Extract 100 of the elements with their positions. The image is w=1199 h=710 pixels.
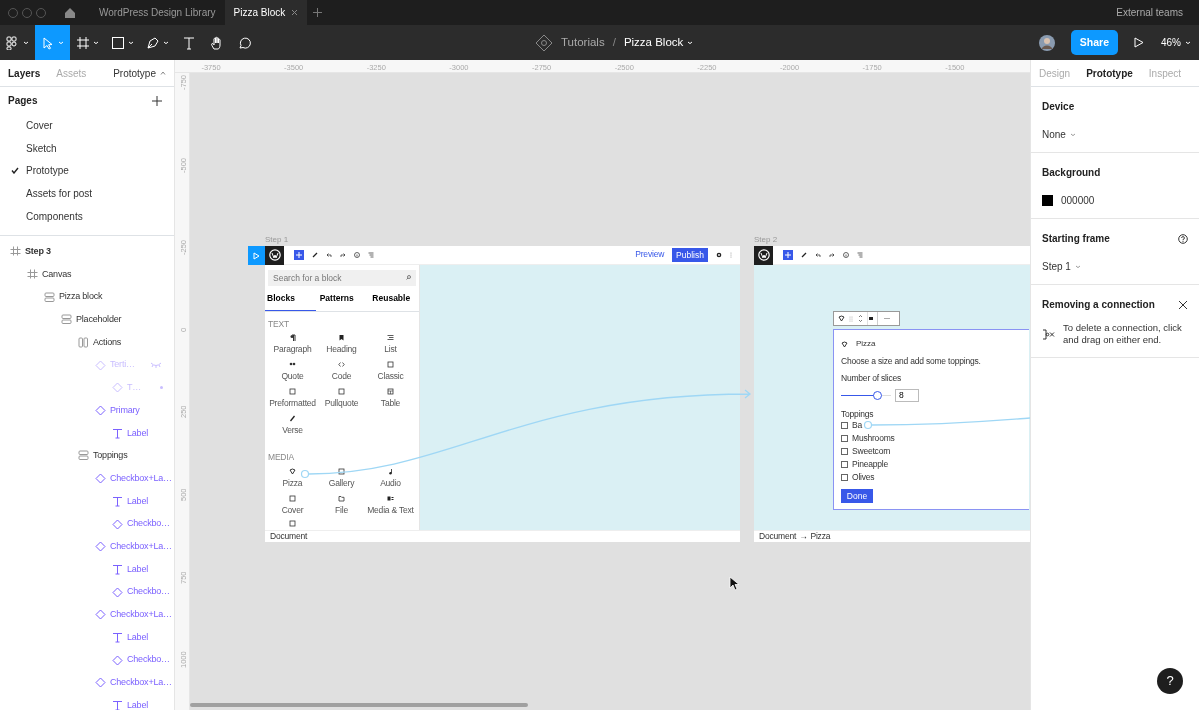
add-block-button[interactable]: [783, 250, 793, 260]
checkbox[interactable]: [841, 422, 848, 430]
layer-item[interactable]: Toppings: [0, 444, 174, 468]
play-icon[interactable]: [1134, 37, 1144, 48]
file-name-menu[interactable]: Pizza Block: [623, 33, 694, 52]
plus-icon[interactable]: [152, 95, 162, 106]
scrollbar[interactable]: [190, 703, 528, 707]
layer-item[interactable]: Actions: [0, 331, 174, 354]
page-item[interactable]: Assets for post: [0, 182, 174, 205]
pin-icon[interactable]: [837, 314, 846, 323]
block-item[interactable]: Gallery: [317, 464, 366, 492]
block-item[interactable]: Code: [317, 358, 366, 386]
zoom-menu[interactable]: 46%: [1161, 35, 1191, 50]
checkbox[interactable]: [841, 448, 848, 456]
page-item[interactable]: Prototype: [0, 159, 174, 183]
layer-item[interactable]: Label: [0, 694, 174, 710]
page-menu[interactable]: Prototype: [113, 65, 166, 81]
redo-icon[interactable]: [340, 252, 346, 258]
layer-item[interactable]: Label: [0, 558, 174, 581]
number-field[interactable]: 8: [895, 388, 919, 402]
close-icon[interactable]: [1178, 299, 1188, 310]
help-icon[interactable]: [1178, 233, 1188, 244]
color-value[interactable]: 000000: [1061, 193, 1095, 208]
search-icon[interactable]: [406, 275, 411, 280]
panel-tab[interactable]: Layers: [8, 65, 41, 81]
slider-thumb[interactable]: [872, 390, 882, 400]
tab[interactable]: Blocks: [265, 286, 316, 311]
undo-icon[interactable]: [815, 252, 821, 258]
dropdown[interactable]: None: [1042, 127, 1076, 142]
group-title: MEDIA: [268, 453, 295, 463]
block-item[interactable]: Verse: [268, 412, 317, 440]
breadcrumb-separator: →: [799, 531, 808, 542]
pencil-icon[interactable]: [312, 252, 318, 258]
layer-item[interactable]: Checkbox+La…: [0, 603, 174, 627]
layer-item[interactable]: Checkbo…: [0, 648, 174, 672]
layer-item[interactable]: Pizza block: [0, 285, 174, 309]
align-icon[interactable]: [867, 311, 873, 326]
layer-item[interactable]: Checkbox+La…: [0, 467, 174, 490]
plus-icon[interactable]: [313, 8, 323, 17]
preview-link[interactable]: Preview: [635, 250, 665, 260]
block-item[interactable]: Paragraph: [268, 331, 317, 359]
breadcrumb-link[interactable]: Document: [759, 531, 797, 542]
home-icon[interactable]: [64, 6, 76, 19]
tab[interactable]: Reusable: [368, 286, 419, 311]
done-button[interactable]: Done: [841, 489, 873, 504]
logo-button[interactable]: [754, 245, 773, 265]
breadcrumb-link[interactable]: Document: [270, 531, 308, 542]
block-item[interactable]: Table: [366, 385, 415, 413]
page-item[interactable]: Components: [0, 204, 174, 228]
undo-icon[interactable]: [326, 252, 332, 258]
file-tab[interactable]: Pizza Block: [224, 0, 308, 25]
layer-item[interactable]: Canvas: [0, 263, 174, 286]
layer-item[interactable]: Step 3: [0, 240, 174, 264]
block-item[interactable]: Classic: [366, 358, 415, 386]
block-item[interactable]: Pullquote: [317, 385, 366, 413]
info-icon[interactable]: [843, 252, 849, 258]
block-item[interactable]: File: [317, 491, 366, 519]
layer-item[interactable]: Label: [0, 626, 174, 649]
frame[interactable]: Pizza Choose a size and add some toppings. Number of slices 8 Toppings Ba Mushrooms Sweetcorn Pineapple Olives Done Document → Pizza: [754, 246, 1030, 542]
checkbox[interactable]: [841, 435, 848, 443]
layer-item[interactable]: Primary: [0, 399, 174, 422]
publish-button[interactable]: Publish: [672, 247, 708, 263]
page-item[interactable]: Sketch: [0, 136, 174, 160]
block-item[interactable]: Preformatted: [268, 385, 317, 413]
logo-button[interactable]: [265, 245, 284, 265]
layer-item[interactable]: Label: [0, 421, 174, 445]
panel-tab[interactable]: Prototype: [1086, 65, 1133, 81]
pencil-icon[interactable]: [801, 252, 807, 258]
breadcrumb-link[interactable]: Pizza: [810, 531, 831, 542]
layer-item[interactable]: Checkbox+La…: [0, 535, 174, 559]
block-item[interactable]: Quote: [268, 358, 317, 386]
block-item[interactable]: Pizza: [268, 464, 317, 492]
starting-frame-flag[interactable]: [248, 246, 265, 265]
avatar[interactable]: [1038, 34, 1055, 51]
up-down-icon[interactable]: [858, 314, 863, 323]
tab[interactable]: Patterns: [315, 286, 369, 311]
block-item[interactable]: Audio: [366, 464, 415, 492]
layer-item[interactable]: Checkbo…: [0, 512, 174, 536]
project-link[interactable]: Tutorials: [561, 33, 605, 52]
layer-item[interactable]: Placeholder: [0, 308, 174, 332]
block-item[interactable]: List: [366, 331, 415, 359]
frame[interactable]: Preview Publish Search for a block Blocks Patterns Reusable TEXT Paragraph Heading List Quote Code Classic Preformatted Pullquote Table Verse MEDIA Pizza Gallery Audio Cover File Media & Text Document: [265, 246, 740, 542]
file-tab[interactable]: WordPress Design Library: [90, 0, 225, 25]
add-block-button[interactable]: [294, 250, 304, 260]
checkbox[interactable]: [841, 474, 848, 482]
team-link[interactable]: External teams: [1116, 5, 1183, 20]
dropdown[interactable]: Step 1: [1042, 259, 1081, 274]
layer-item[interactable]: Checkbox+La…: [0, 671, 174, 695]
block-item[interactable]: Heading: [317, 331, 366, 359]
info-icon[interactable]: [354, 252, 360, 258]
layer-item[interactable]: Label: [0, 490, 174, 513]
checkbox[interactable]: [841, 461, 848, 469]
block-item[interactable]: Media & Text: [366, 491, 415, 519]
layer-item[interactable]: Checkbo…: [0, 580, 174, 604]
search-field[interactable]: Search for a block: [268, 270, 416, 286]
color-swatch[interactable]: [1042, 195, 1053, 206]
block-item[interactable]: Cover: [268, 491, 317, 519]
page-item[interactable]: Cover: [0, 114, 174, 137]
gear-icon[interactable]: [716, 252, 722, 258]
redo-icon[interactable]: [829, 252, 835, 258]
